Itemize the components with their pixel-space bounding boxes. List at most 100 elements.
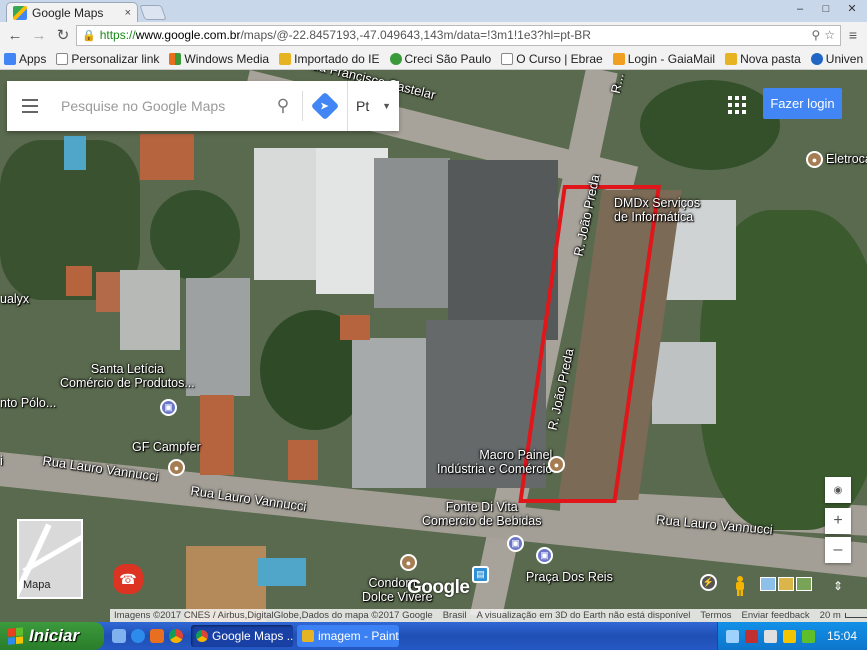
tab-strip: Google Maps × – □ ✕ [0,0,867,22]
earth-notice: A visualização em 3D do Earth não está d… [476,610,691,621]
google-apps-icon[interactable] [728,96,746,114]
pegman-icon[interactable] [734,576,746,596]
place-label-santa-leticia[interactable]: Santa Letícia Comércio de Produtos... [60,362,195,391]
show-desktop-icon[interactable] [112,629,126,643]
place-label-gf-campfer[interactable]: GF Campfer [132,440,201,454]
place-label-ualyx[interactable]: ualyx [0,292,29,306]
pool [258,558,306,586]
utility-bolt-icon[interactable]: ⚡ [700,574,717,591]
start-button[interactable]: Iniciar [0,622,104,650]
forward-button[interactable]: → [28,24,50,46]
building-roof [352,338,428,488]
apps-grid-icon [4,52,16,65]
folder-icon [279,52,292,65]
condominio-marker-icon[interactable]: ● [400,554,417,571]
minimize-button[interactable]: – [789,1,811,17]
place-label-eletroca[interactable]: Eletroca [826,152,867,166]
building-roof [340,315,370,340]
taskbar-item-paint[interactable]: imagem - Paint [297,625,399,647]
chrome-icon[interactable] [169,629,183,643]
bookmark-gaiamail[interactable]: Login - GaiaMail [612,52,715,66]
tab-google-maps[interactable]: Google Maps × [6,2,138,22]
ie-icon[interactable] [131,629,145,643]
page-icon [501,52,514,65]
building-roof [96,272,120,312]
bookmark-univen[interactable]: Univen - Sua im [810,52,867,66]
menu-hamburger-icon[interactable] [7,81,53,131]
battery-icon[interactable] [801,629,815,643]
close-window-button[interactable]: ✕ [841,1,863,17]
security-icon[interactable] [744,629,758,643]
media-player-icon[interactable] [150,629,164,643]
feedback-link[interactable]: Enviar feedback [742,610,810,621]
taskbar-item-google-maps[interactable]: Google Maps ... [191,625,293,647]
windows-flag-icon [8,627,24,645]
bookmark-apps[interactable]: Apps [4,52,46,66]
layer-thumb[interactable] [796,577,812,591]
quick-launch [104,629,191,643]
clock: 15:04 [826,629,857,643]
network-icon[interactable] [725,629,739,643]
vegetation [150,190,240,280]
paint-icon [302,630,314,642]
zoom-out-button[interactable]: – [825,537,851,563]
gf-campfer-marker-icon[interactable]: ● [168,459,185,476]
santa-leticia-shop-icon[interactable]: ▣ [160,399,177,416]
my-location-button[interactable]: ◉ [825,477,851,503]
reload-button[interactable]: ↻ [52,24,74,46]
bus-stop-icon[interactable]: ▤ [472,566,489,583]
tab-close-icon[interactable]: × [125,7,131,19]
building-roof [200,395,234,475]
vegetation [640,80,780,170]
country-link[interactable]: Brasil [443,610,467,621]
bookmark-star-icon[interactable]: ☆ [824,28,835,42]
system-tray: 15:04 [716,622,867,650]
expand-icon[interactable]: ⇕ [826,576,850,596]
scale-bar[interactable]: 20 m [820,610,867,621]
praca-shop-icon[interactable]: ▣ [536,547,553,564]
layer-thumb[interactable] [778,577,794,591]
directions-icon[interactable]: ➤ [303,91,347,121]
back-button[interactable]: ← [4,24,26,46]
map-type-toggle[interactable]: Mapa [17,519,83,599]
building-roof [374,158,450,308]
update-icon[interactable] [782,629,796,643]
maximize-button[interactable]: □ [815,1,837,17]
bookmark-importado[interactable]: Importado do IE [279,52,380,66]
address-bar[interactable]: 🔒 https://www.google.com.br/maps/@-22.84… [76,24,841,46]
terms-link[interactable]: Termos [700,610,731,621]
place-label-macro-painel[interactable]: Macro Painel Indústria e Comércio [437,448,552,477]
zoom-magnifier-icon[interactable]: ⚲ [811,28,820,42]
language-select[interactable]: Pt ▼ [347,81,399,131]
volume-icon[interactable] [763,629,777,643]
search-card: ⚲ ➤ Pt▼ [7,81,399,131]
place-label-fonte-di-vita[interactable]: Fonte Di Vita Comercio de Bebidas [422,500,542,529]
chrome-menu-icon[interactable]: ≡ [843,27,863,43]
bookmark-windows-media[interactable]: Windows Media [169,52,269,66]
place-label-nto-polo[interactable]: nto Pólo... [0,396,56,410]
place-label-left-edge: i [0,454,3,468]
building-roof [140,134,194,180]
bookmark-nova-pasta[interactable]: Nova pasta [725,52,801,66]
place-label-dmdx[interactable]: DMDx Serviços de Informática [614,196,700,225]
satellite-map[interactable]: ...ua Francisco Castelar R... R. João Pr… [0,70,867,622]
zoom-in-button[interactable]: + [825,508,851,534]
bookmark-creci[interactable]: Creci São Paulo [389,52,491,66]
street-label-top-right: R... [607,71,627,95]
search-input[interactable] [53,98,264,114]
new-tab-button[interactable] [139,5,167,20]
imagery-layers[interactable] [760,577,812,591]
fonte-di-vita-shop-icon[interactable]: ▣ [507,535,524,552]
bookmark-o-curso[interactable]: O Curso | Ebrae [501,52,603,66]
layer-thumb[interactable] [760,577,776,591]
windows-taskbar: Iniciar Google Maps ... imagem - Paint 1… [0,622,867,650]
chrome-icon [196,630,208,642]
sign-in-button[interactable]: Fazer login [763,88,842,119]
place-label-praca-dos-reis[interactable]: Praça Dos Reis [526,570,613,584]
eletroca-marker-icon[interactable]: ● [806,151,823,168]
univen-icon [810,52,823,65]
macro-painel-marker-icon[interactable]: ● [548,456,565,473]
bookmark-personalizar[interactable]: Personalizar link [56,52,159,66]
caret-down-icon: ▼ [382,101,391,111]
search-icon[interactable]: ⚲ [264,96,302,116]
